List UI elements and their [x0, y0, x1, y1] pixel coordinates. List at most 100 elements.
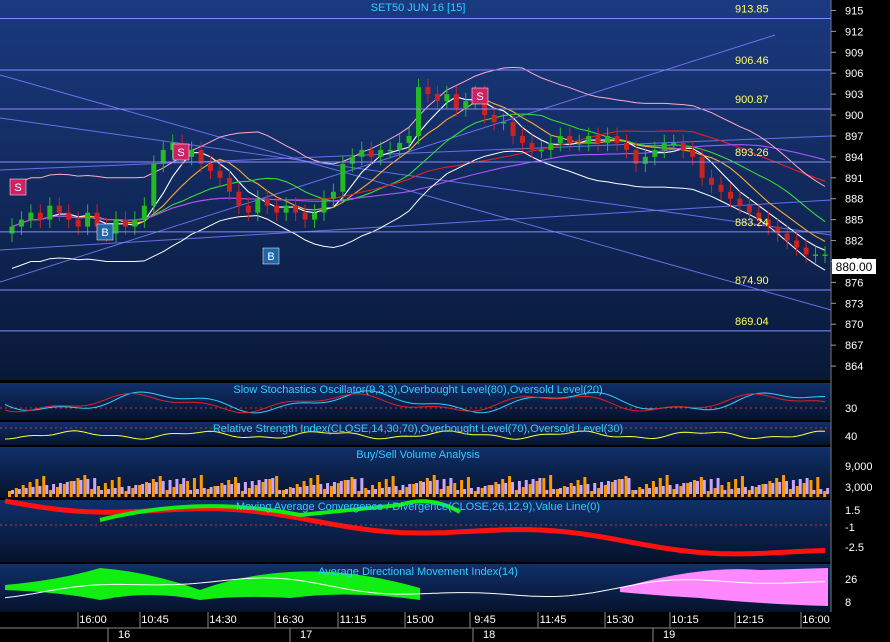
buy-volume-bar [747, 490, 751, 497]
candle-body [746, 205, 752, 213]
sell-volume-bar [380, 488, 384, 494]
candle-body [680, 142, 686, 150]
level-label: 874.90 [735, 275, 769, 287]
sub-y-tick-label: 9,000 [845, 461, 873, 473]
sell-volume-bar [524, 480, 528, 494]
volume-title: Buy/Sell Volume Analysis [356, 449, 480, 461]
x-time-label: 15:30 [606, 614, 634, 626]
signal-label: B [101, 227, 108, 239]
buy-volume-bar [213, 486, 217, 497]
sell-volume-bar [38, 486, 42, 494]
buy-volume-bar [514, 490, 518, 497]
sell-volume-bar [31, 487, 35, 494]
candle-body [47, 205, 53, 220]
sell-volume-bar [243, 482, 247, 494]
candle-body [236, 191, 242, 206]
y-tick-label: 897 [845, 131, 863, 143]
candle-body [671, 142, 677, 145]
candle-body [529, 142, 535, 150]
buy-volume-bar [473, 491, 477, 497]
last-price-label: 880.00 [836, 260, 873, 274]
sell-volume-bar [572, 486, 576, 494]
buy-volume-bar [768, 481, 772, 497]
sell-volume-bar [702, 480, 706, 494]
candle-body [813, 254, 819, 256]
sell-volume-bar [305, 486, 309, 494]
buy-volume-bar [405, 487, 409, 497]
buy-volume-bar [35, 479, 39, 497]
level-label: 883.24 [735, 217, 769, 229]
candle-body [586, 135, 592, 143]
sell-volume-bar [11, 490, 14, 494]
x-time-label: 12:15 [736, 614, 764, 626]
sell-volume-bar [326, 483, 330, 494]
candle-body [642, 156, 648, 164]
buy-volume-bar [617, 479, 621, 497]
buy-volume-bar [439, 489, 443, 497]
buy-volume-bar [734, 479, 738, 497]
buy-volume-bar [645, 484, 649, 497]
buy-volume-bar [761, 484, 765, 497]
sell-volume-bar [339, 481, 343, 494]
buy-volume-bar [69, 481, 73, 497]
buy-volume-bar [97, 486, 101, 497]
buy-volume-bar [556, 489, 559, 497]
buy-volume-bar [802, 483, 806, 497]
buy-volume-bar [350, 477, 354, 497]
sell-volume-bar [764, 484, 768, 494]
candle-body [501, 122, 507, 124]
buy-volume-bar [21, 485, 25, 497]
sub-y-tick-label: 30 [845, 403, 857, 415]
x-time-label: 15:00 [406, 614, 434, 626]
buy-volume-bar [823, 491, 827, 497]
sell-volume-bar [209, 487, 213, 494]
sell-volume-bar [257, 480, 261, 494]
sell-volume-bar [120, 487, 124, 494]
sell-volume-bar [401, 485, 405, 494]
candle-body [614, 135, 620, 143]
sell-volume-bar [606, 481, 610, 494]
buy-volume-bar [90, 489, 94, 497]
y-tick-label: 885 [845, 215, 863, 227]
sell-volume-bar [586, 484, 590, 494]
level-label: 869.04 [735, 316, 769, 328]
buy-volume-bar [76, 478, 80, 497]
sell-volume-bar [469, 488, 473, 494]
buy-volume-bar [199, 475, 203, 497]
sell-volume-bar [579, 485, 583, 494]
sell-volume-bar [757, 485, 761, 494]
candle-body [387, 149, 393, 152]
sell-volume-bar [24, 488, 28, 494]
candle-body [434, 94, 440, 102]
buy-volume-bar [131, 488, 135, 497]
candle-body [623, 142, 629, 150]
candle-body [605, 135, 611, 143]
candle-body [737, 198, 743, 206]
buy-volume-bar [521, 487, 525, 497]
sell-volume-bar [387, 487, 391, 494]
buy-volume-bar [693, 480, 696, 497]
sell-volume-bar [374, 489, 378, 494]
candle-body [444, 94, 450, 102]
candle-body [85, 212, 91, 227]
candle-body [699, 156, 705, 178]
buy-volume-bar [583, 477, 587, 497]
candle-body [208, 163, 214, 171]
sell-volume-bar [250, 481, 254, 494]
x-time-label: 16:00 [802, 614, 830, 626]
candle-body [397, 142, 403, 150]
sell-volume-bar [45, 485, 49, 494]
sell-volume-bar [456, 490, 460, 494]
candle-body [359, 149, 365, 157]
buy-volume-bar [679, 486, 683, 497]
price-y-ticks: 9159129099069039008978948918888858828798… [831, 5, 863, 373]
buy-volume-bar [316, 475, 320, 497]
buy-volume-bar [364, 488, 368, 497]
buy-volume-bar [302, 481, 306, 497]
candle-body [217, 170, 223, 178]
candle-body [690, 149, 696, 157]
candle-body [340, 163, 346, 192]
buy-volume-bar [713, 488, 717, 497]
buy-volume-bar [268, 479, 272, 497]
sell-volume-bar [778, 482, 782, 494]
